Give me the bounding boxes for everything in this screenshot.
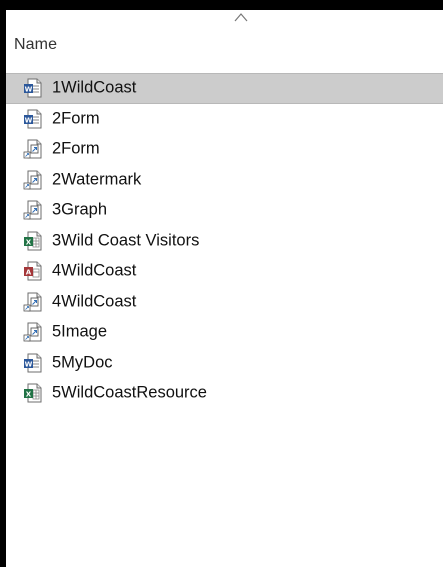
word-document-icon: W — [24, 78, 42, 98]
svg-text:W: W — [25, 360, 33, 368]
file-row[interactable]: A 4WildCoast — [6, 256, 443, 287]
generic-document-icon — [23, 322, 42, 342]
file-name-label: 5WildCoastResource — [52, 383, 207, 402]
svg-text:X: X — [26, 238, 32, 246]
file-row[interactable]: W 5MyDoc — [6, 348, 443, 379]
file-row[interactable]: 2Watermark — [6, 165, 443, 196]
file-row[interactable]: W 2Form — [6, 104, 443, 135]
word-document-icon: W — [24, 353, 42, 373]
column-header-label: Name — [14, 36, 58, 53]
sort-ascending-chevron-icon — [234, 13, 248, 22]
file-row[interactable]: W 1WildCoast — [6, 73, 443, 104]
file-name-label: 4WildCoast — [52, 292, 137, 311]
column-header-name[interactable]: Name — [6, 10, 443, 66]
file-name-label: 5MyDoc — [52, 353, 113, 372]
svg-text:A: A — [26, 269, 32, 277]
access-database-icon: A — [24, 261, 42, 281]
svg-text:X: X — [26, 391, 32, 399]
file-name-label: 5Image — [52, 322, 108, 341]
file-row[interactable]: 2Form — [6, 134, 443, 165]
excel-spreadsheet-icon: X — [24, 231, 42, 251]
file-name-label: 3Wild Coast Visitors — [52, 231, 200, 250]
file-row[interactable]: 5Image — [6, 317, 443, 348]
generic-document-icon — [23, 139, 42, 159]
file-name-label: 1WildCoast — [52, 78, 137, 97]
file-row[interactable]: 4WildCoast — [6, 287, 443, 318]
generic-document-icon — [23, 292, 42, 312]
generic-document-icon — [23, 200, 42, 220]
file-row[interactable]: 3Graph — [6, 195, 443, 226]
file-list-panel: Name W 1WildCoast W 2Form 2Form 2Watermark 3Gr… — [6, 10, 443, 567]
file-name-label: 4WildCoast — [52, 261, 137, 280]
file-row[interactable]: X 3Wild Coast Visitors — [6, 226, 443, 257]
svg-text:W: W — [25, 116, 33, 124]
excel-spreadsheet-icon: X — [24, 383, 42, 403]
svg-text:W: W — [25, 86, 33, 94]
file-name-label: 2Form — [52, 139, 100, 158]
word-document-icon: W — [24, 109, 42, 129]
file-row[interactable]: X 5WildCoastResource — [6, 378, 443, 409]
generic-document-icon — [23, 170, 42, 190]
window-frame: Name W 1WildCoast W 2Form 2Form 2Watermark 3Gr… — [0, 0, 443, 567]
file-name-label: 2Watermark — [52, 170, 142, 189]
file-name-label: 2Form — [52, 109, 100, 128]
file-name-label: 3Graph — [52, 200, 108, 219]
file-list: W 1WildCoast W 2Form 2Form 2Watermark 3Graph X 3… — [6, 73, 443, 409]
